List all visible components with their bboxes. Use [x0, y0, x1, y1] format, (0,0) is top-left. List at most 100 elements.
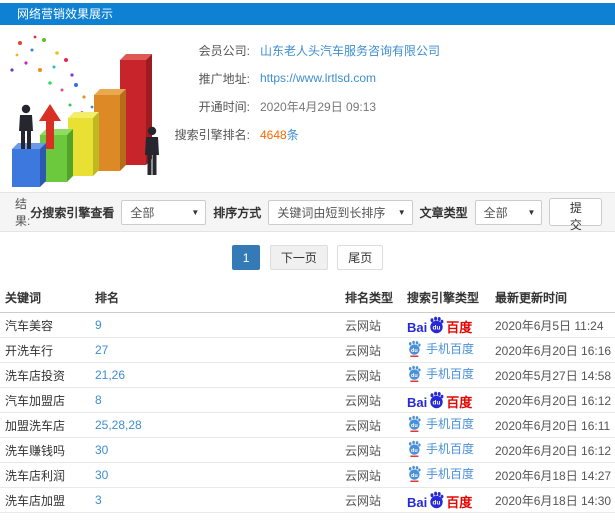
table-row: 洗车店利润 30 云网站 Bai du 百度 [0, 462, 615, 488]
pagination: 1 下一页 尾页 [0, 232, 615, 282]
rank-type-cell: 云网站 [340, 487, 402, 513]
sort-select[interactable]: 关键词由短到长排序 ▼ [268, 199, 413, 225]
engine-rank-count: 4648 [260, 127, 287, 142]
ranking-table-body: 汽车美容 9 云网站 Bai du 百度 2020年6月5日 11:24 开洗车… [0, 312, 615, 513]
mobile-baidu-label: 手机百度 [426, 366, 475, 381]
mobile-baidu-paw-icon: du [408, 415, 421, 432]
svg-text:du: du [411, 348, 418, 354]
table-row: 洗车店加盟 3 云网站 Bai du 百度 2020年6月18日 14:30 [0, 487, 615, 513]
rank-cell[interactable]: 30 [90, 462, 340, 488]
engine-type-cell: Bai du 百度 du [402, 362, 490, 388]
keyword-cell: 开洗车行 [0, 337, 90, 363]
article-type-label: 文章类型 [419, 205, 468, 220]
mobile-baidu-logo: du 手机百度 [407, 365, 474, 382]
keyword-cell: 洗车店利润 [0, 462, 90, 488]
engine-type-cell: Bai du 百度 du [402, 412, 490, 438]
mobile-baidu-paw-icon: du [408, 465, 421, 482]
rank-cell[interactable]: 30 [90, 437, 340, 463]
submit-button[interactable]: 提交 [549, 198, 603, 232]
mobile-baidu-label: 手机百度 [426, 441, 475, 456]
update-time-cell: 2020年5月27日 14:58 [490, 362, 615, 388]
col-rank: 排名 [90, 282, 340, 313]
filter-bar: 结果: 分搜索引擎查看 全部 ▼ 排序方式 关键词由短到长排序 ▼ 文章类型 全… [0, 192, 615, 232]
svg-text:du: du [411, 473, 418, 479]
rank-type-cell: 云网站 [340, 337, 402, 363]
rank-type-cell: 云网站 [340, 462, 402, 488]
svg-text:du: du [411, 448, 418, 454]
engine-type-cell: Bai du 百度 du [402, 487, 490, 513]
update-time-cell: 2020年6月20日 16:12 [490, 387, 615, 413]
table-row: 汽车美容 9 云网站 Bai du 百度 2020年6月5日 11:24 [0, 312, 615, 338]
rank-cell[interactable]: 9 [90, 312, 340, 338]
info-section: 会员公司: 山东老人头汽车服务咨询有限公司 推广地址: https://www.… [0, 25, 615, 192]
bar-blue [12, 143, 46, 187]
mobile-baidu-label: 手机百度 [426, 466, 475, 481]
member-company-link[interactable]: 山东老人头汽车服务咨询有限公司 [260, 42, 440, 59]
rank-cell[interactable]: 27 [90, 337, 340, 363]
keyword-cell: 洗车店加盟 [0, 487, 90, 513]
table-row: 开洗车行 27 云网站 Bai du 百度 [0, 337, 615, 363]
article-type-select[interactable]: 全部 ▼ [474, 199, 543, 225]
update-time-cell: 2020年6月18日 14:30 [490, 487, 615, 513]
table-row: 洗车赚钱吗 30 云网站 Bai du 百度 [0, 437, 615, 463]
baidu-paw-icon: du [430, 316, 444, 333]
svg-text:du: du [411, 373, 418, 379]
mobile-baidu-paw-icon: du [408, 440, 421, 457]
baidu-paw-icon: du [430, 391, 444, 408]
mobile-baidu-logo: du 手机百度 [407, 465, 474, 482]
engine-type-cell: Bai du 百度 du [402, 312, 490, 338]
table-row: 洗车店投资 21,26 云网站 Bai du 百度 [0, 362, 615, 388]
table-header-row: 关键词 排名 排名类型 搜索引擎类型 最新更新时间 [0, 282, 615, 313]
update-time-cell: 2020年6月20日 16:11 [490, 412, 615, 438]
rank-cell[interactable]: 25,28,28 [90, 412, 340, 438]
engine-type-cell: Bai du 百度 du [402, 437, 490, 463]
baidu-logo: Bai du 百度 [407, 391, 472, 409]
article-type-value: 全部 [483, 205, 508, 220]
svg-text:du: du [411, 423, 418, 429]
table-row: 汽车加盟店 8 云网站 Bai du 百度 2020年6月20日 16:12 [0, 387, 615, 413]
baidu-logo: Bai du 百度 [407, 316, 472, 334]
col-engine-type: 搜索引擎类型 [402, 282, 490, 313]
rank-cell[interactable]: 21,26 [90, 362, 340, 388]
engine-rank-suffix: 条 [286, 127, 299, 142]
baidu-paw-icon: du [430, 491, 444, 508]
mobile-baidu-logo: du 手机百度 [407, 415, 474, 432]
promo-url-link[interactable]: https://www.lrtlsd.com [260, 71, 376, 85]
filter-controls: 分搜索引擎查看 全部 ▼ 排序方式 关键词由短到长排序 ▼ 文章类型 全部 ▼ … [30, 198, 603, 232]
mobile-baidu-label: 手机百度 [426, 341, 475, 356]
page-title: 网络营销效果展示 [0, 3, 615, 25]
bar-chart-illustration [10, 35, 159, 187]
engine-rank-value: 4648条 [260, 126, 299, 143]
mobile-baidu-paw-icon: du [408, 365, 421, 382]
rank-type-cell: 云网站 [340, 412, 402, 438]
svg-text:du: du [433, 324, 441, 331]
chevron-down-icon: ▼ [191, 207, 200, 217]
update-time-cell: 2020年6月20日 16:12 [490, 437, 615, 463]
update-time-cell: 2020年6月20日 16:16 [490, 337, 615, 363]
engine-type-cell: Bai du 百度 du [402, 337, 490, 363]
result-label: 结果: [15, 197, 31, 228]
engine-filter-select[interactable]: 全部 ▼ [121, 199, 207, 225]
table-row: 加盟洗车店 25,28,28 云网站 Bai du 百度 [0, 412, 615, 438]
rank-cell[interactable]: 3 [90, 487, 340, 513]
rank-cell[interactable]: 8 [90, 387, 340, 413]
svg-text:du: du [433, 399, 441, 406]
svg-text:du: du [433, 499, 441, 506]
mobile-baidu-paw-icon: du [408, 340, 421, 357]
mobile-baidu-logo: du 手机百度 [407, 340, 474, 357]
page-1-button[interactable]: 1 [231, 245, 261, 270]
chevron-down-icon: ▼ [527, 207, 536, 217]
last-page-button[interactable]: 尾页 [337, 245, 384, 270]
update-time-cell: 2020年6月5日 11:24 [490, 312, 615, 338]
next-page-button[interactable]: 下一页 [269, 245, 328, 270]
keyword-cell: 汽车加盟店 [0, 387, 90, 413]
keyword-cell: 洗车赚钱吗 [0, 437, 90, 463]
chevron-down-icon: ▼ [397, 207, 406, 217]
sort-value: 关键词由短到长排序 [277, 205, 386, 220]
keyword-cell: 加盟洗车店 [0, 412, 90, 438]
keyword-cell: 洗车店投资 [0, 362, 90, 388]
engine-type-cell: Bai du 百度 du [402, 462, 490, 488]
col-update-time: 最新更新时间 [490, 282, 615, 313]
rank-type-cell: 云网站 [340, 362, 402, 388]
engine-filter-value: 全部 [130, 205, 155, 220]
